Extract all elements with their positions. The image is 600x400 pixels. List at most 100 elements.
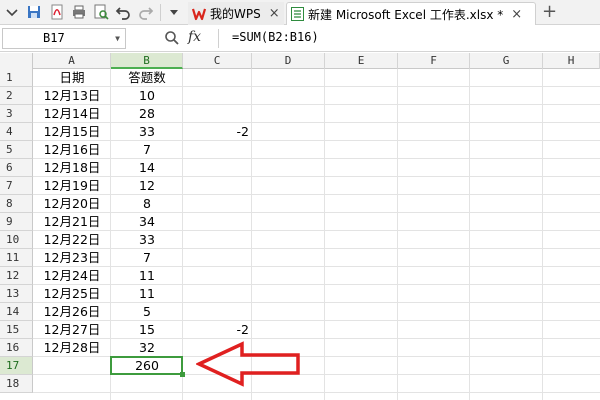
cell-c10[interactable] bbox=[183, 231, 252, 249]
cell-b16[interactable]: 32 bbox=[111, 339, 183, 357]
cell-a8[interactable]: 12月20日 bbox=[33, 195, 111, 213]
column-header-c[interactable]: C bbox=[183, 53, 252, 69]
cell-c8[interactable] bbox=[183, 195, 252, 213]
column-header-f[interactable]: F bbox=[398, 53, 470, 69]
wps-logo-icon bbox=[192, 7, 206, 21]
cell-a9[interactable]: 12月21日 bbox=[33, 213, 111, 231]
cell-b13[interactable]: 11 bbox=[111, 285, 183, 303]
row-header-18[interactable]: 18 bbox=[0, 375, 33, 393]
column-header-e[interactable]: E bbox=[325, 53, 398, 69]
cell-c2[interactable] bbox=[183, 87, 252, 105]
row-header-5[interactable]: 5 bbox=[0, 141, 33, 159]
cell-c14[interactable] bbox=[183, 303, 252, 321]
column-header-h[interactable]: H bbox=[543, 53, 600, 69]
cell-c7[interactable] bbox=[183, 177, 252, 195]
formula-bar: B17 ▼ fx =SUM(B2:B16) bbox=[0, 25, 600, 52]
column-header-g[interactable]: G bbox=[470, 53, 543, 69]
cell-b12[interactable]: 11 bbox=[111, 267, 183, 285]
cell-a2[interactable]: 12月13日 bbox=[33, 87, 111, 105]
more-dropdown-icon[interactable] bbox=[166, 4, 182, 20]
cell-b8[interactable]: 8 bbox=[111, 195, 183, 213]
row-header-15[interactable]: 15 bbox=[0, 321, 33, 339]
cell-b5[interactable]: 7 bbox=[111, 141, 183, 159]
cell-b4[interactable]: 33 bbox=[111, 123, 183, 141]
cell-c5[interactable] bbox=[183, 141, 252, 159]
row-header-7[interactable]: 7 bbox=[0, 177, 33, 195]
cell-b15[interactable]: 15 bbox=[111, 321, 183, 339]
cell-b1[interactable]: 答题数 bbox=[111, 69, 183, 87]
zoom-search-icon[interactable] bbox=[164, 30, 180, 46]
cell-a11[interactable]: 12月23日 bbox=[33, 249, 111, 267]
row-header-17[interactable]: 17 bbox=[0, 357, 33, 375]
cell-b11[interactable]: 7 bbox=[111, 249, 183, 267]
row-header-8[interactable]: 8 bbox=[0, 195, 33, 213]
cell-c13[interactable] bbox=[183, 285, 252, 303]
cell-c3[interactable] bbox=[183, 105, 252, 123]
print-preview-icon[interactable] bbox=[93, 4, 109, 20]
fill-handle[interactable] bbox=[180, 372, 185, 377]
cell-a5[interactable]: 12月16日 bbox=[33, 141, 111, 159]
new-tab-icon[interactable]: + bbox=[542, 3, 557, 21]
row-header-4[interactable]: 4 bbox=[0, 123, 33, 141]
name-box[interactable]: B17 ▼ bbox=[2, 28, 126, 49]
cell-a15[interactable]: 12月27日 bbox=[33, 321, 111, 339]
cell-b18[interactable] bbox=[111, 375, 183, 393]
tab-excel-workbook[interactable]: 新建 Microsoft Excel 工作表.xlsx * × bbox=[286, 2, 536, 25]
cell-a6[interactable]: 12月18日 bbox=[33, 159, 111, 177]
cell-a16[interactable]: 12月28日 bbox=[33, 339, 111, 357]
formula-input[interactable]: =SUM(B2:B16) bbox=[232, 30, 319, 44]
row-header-16[interactable]: 16 bbox=[0, 339, 33, 357]
pdf-export-icon[interactable] bbox=[49, 4, 65, 20]
chevron-down-icon[interactable]: ▼ bbox=[115, 29, 120, 48]
cell-a17[interactable] bbox=[33, 357, 111, 375]
toolbar-divider bbox=[160, 4, 161, 21]
cell-c9[interactable] bbox=[183, 213, 252, 231]
spreadsheet-file-icon bbox=[291, 7, 304, 21]
column-header-d[interactable]: D bbox=[252, 53, 325, 69]
row-header-10[interactable]: 10 bbox=[0, 231, 33, 249]
row-header-2[interactable]: 2 bbox=[0, 87, 33, 105]
app-menu-icon[interactable] bbox=[4, 4, 20, 20]
cell-a12[interactable]: 12月24日 bbox=[33, 267, 111, 285]
cell-c6[interactable] bbox=[183, 159, 252, 177]
cell-c11[interactable] bbox=[183, 249, 252, 267]
cell-c15[interactable]: -2 bbox=[183, 321, 252, 339]
cell-b10[interactable]: 33 bbox=[111, 231, 183, 249]
cell-b3[interactable]: 28 bbox=[111, 105, 183, 123]
cell-a1[interactable]: 日期 bbox=[33, 69, 111, 87]
cell-a7[interactable]: 12月19日 bbox=[33, 177, 111, 195]
cell-a13[interactable]: 12月25日 bbox=[33, 285, 111, 303]
cell-b6[interactable]: 14 bbox=[111, 159, 183, 177]
select-all-corner[interactable] bbox=[0, 53, 33, 69]
row-header-1[interactable]: 1 bbox=[0, 69, 33, 87]
save-icon[interactable] bbox=[26, 4, 42, 20]
cell-b9[interactable]: 34 bbox=[111, 213, 183, 231]
cell-c1[interactable] bbox=[183, 69, 252, 87]
cell-a10[interactable]: 12月22日 bbox=[33, 231, 111, 249]
cell-b2[interactable]: 10 bbox=[111, 87, 183, 105]
cell-a18[interactable] bbox=[33, 375, 111, 393]
close-icon[interactable]: × bbox=[269, 6, 280, 21]
cell-c4[interactable]: -2 bbox=[183, 123, 252, 141]
cell-a4[interactable]: 12月15日 bbox=[33, 123, 111, 141]
row-header-11[interactable]: 11 bbox=[0, 249, 33, 267]
row-header-6[interactable]: 6 bbox=[0, 159, 33, 177]
cell-a3[interactable]: 12月14日 bbox=[33, 105, 111, 123]
undo-icon[interactable] bbox=[115, 4, 131, 20]
row-header-12[interactable]: 12 bbox=[0, 267, 33, 285]
column-header-b[interactable]: B bbox=[111, 53, 183, 69]
cell-a14[interactable]: 12月26日 bbox=[33, 303, 111, 321]
cell-c12[interactable] bbox=[183, 267, 252, 285]
redo-icon[interactable] bbox=[138, 4, 154, 20]
column-header-a[interactable]: A bbox=[33, 53, 111, 69]
row-header-3[interactable]: 3 bbox=[0, 105, 33, 123]
tab-my-wps[interactable]: 我的WPS × bbox=[188, 2, 284, 25]
cell-b7[interactable]: 12 bbox=[111, 177, 183, 195]
insert-function-icon[interactable]: fx bbox=[188, 29, 201, 45]
row-header-13[interactable]: 13 bbox=[0, 285, 33, 303]
row-header-9[interactable]: 9 bbox=[0, 213, 33, 231]
cell-b14[interactable]: 5 bbox=[111, 303, 183, 321]
row-header-14[interactable]: 14 bbox=[0, 303, 33, 321]
print-icon[interactable] bbox=[71, 4, 87, 20]
close-icon[interactable]: × bbox=[511, 7, 522, 22]
